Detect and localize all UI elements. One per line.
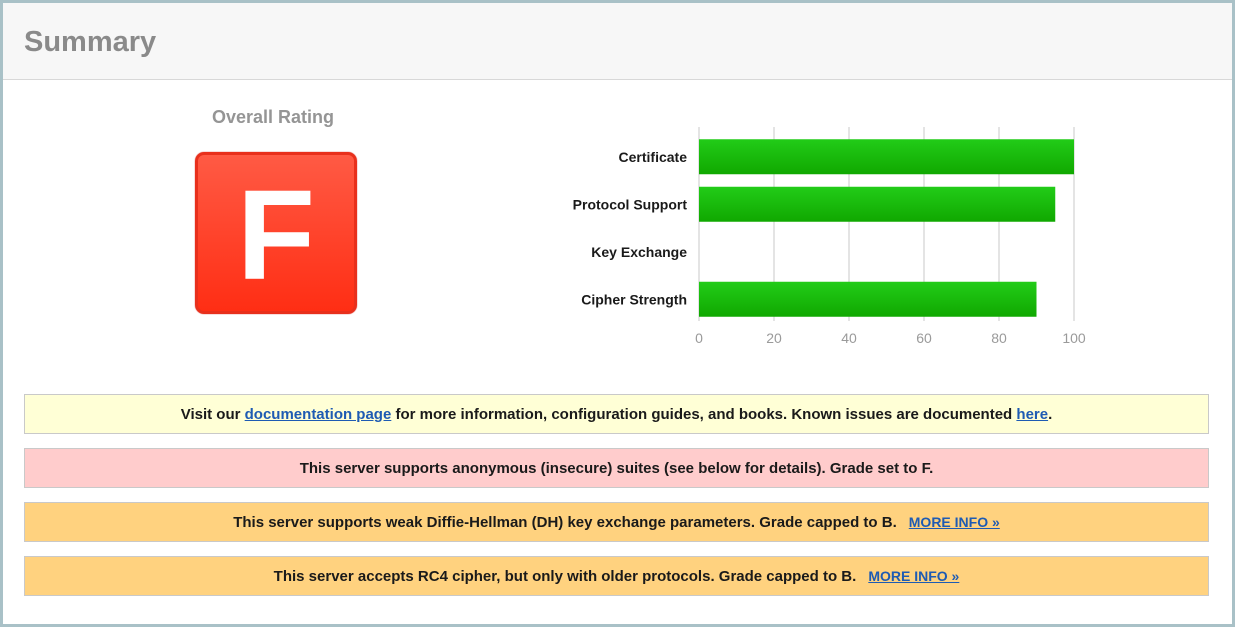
x-tick-label: 100 [1062, 330, 1086, 346]
notice-rc4: This server accepts RC4 cipher, but only… [24, 556, 1209, 596]
x-tick-label: 20 [766, 330, 782, 346]
x-tick-label: 0 [695, 330, 703, 346]
notice-docs-middle: for more information, configuration guid… [391, 405, 1017, 423]
chart-category-labels: Certificate Protocol Support Key Exchange C… [573, 149, 688, 308]
grade-badge: F [195, 152, 357, 314]
bar-certificate [699, 139, 1074, 175]
known-issues-link[interactable]: here [1016, 406, 1048, 423]
summary-header: Summary [3, 3, 1232, 80]
grade-letter: F [236, 164, 316, 307]
x-tick-label: 80 [991, 330, 1007, 346]
overall-rating-label: Overall Rating [211, 107, 335, 127]
x-tick-label: 60 [916, 330, 932, 346]
chart-tick-labels: 0 20 40 60 80 100 [695, 330, 1086, 346]
notice-rc4-text: This server accepts RC4 cipher, but only… [273, 567, 857, 585]
category-label: Protocol Support [573, 196, 688, 212]
category-label: Cipher Strength [581, 291, 687, 307]
dh-more-info-link[interactable]: MORE INFO » [909, 514, 1000, 530]
notice-anon-text: This server supports anonymous (insecure… [299, 459, 934, 477]
chart-bars [699, 139, 1074, 317]
bar-protocol-support [699, 186, 1056, 222]
notice-weak-dh: This server supports weak Diffie-Hellman… [24, 502, 1209, 542]
rating-bar-chart: Certificate Protocol Support Key Exchange C… [573, 127, 1086, 346]
summary-panel: Summary Overall Rating F Certificate Prot… [0, 0, 1235, 627]
category-label: Key Exchange [591, 244, 687, 260]
rc4-more-info-link[interactable]: MORE INFO » [868, 568, 959, 584]
bar-cipher-strength [699, 281, 1037, 317]
notice-anonymous-suites: This server supports anonymous (insecure… [24, 448, 1209, 488]
page-title: Summary [24, 26, 157, 58]
category-label: Certificate [619, 149, 688, 165]
x-tick-label: 40 [841, 330, 857, 346]
notice-docs-prefix: Visit our [180, 405, 245, 423]
notice-docs-suffix: . [1048, 405, 1053, 423]
notice-documentation: Visit our documentation page for more in… [24, 394, 1209, 434]
notice-dh-text: This server supports weak Diffie-Hellman… [233, 513, 897, 531]
documentation-page-link[interactable]: documentation page [245, 406, 392, 423]
